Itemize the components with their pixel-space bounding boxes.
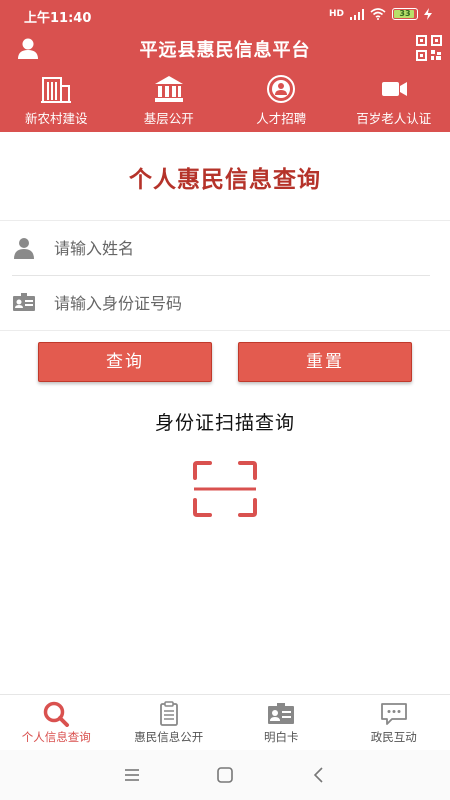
id-card-icon <box>13 293 35 311</box>
chat-icon <box>380 703 407 725</box>
top-header-area: 上午11:40 HD 33 平远县惠民信息平台 新农村建设 基层公开 人才招聘 … <box>0 0 450 132</box>
person-circle-icon <box>267 75 296 103</box>
name-input[interactable] <box>54 231 434 265</box>
search-icon <box>44 701 70 727</box>
nav-label: 新农村建设 <box>24 111 88 126</box>
nav-item-public-affairs[interactable]: 基层公开 <box>113 70 226 132</box>
status-time: 上午11:40 <box>24 11 92 26</box>
signal-text: HD <box>328 9 344 19</box>
tab-label: 惠民信息公开 <box>134 730 204 744</box>
person-icon <box>14 238 34 259</box>
tab-label: 明白卡 <box>264 730 299 744</box>
app-title: 平远县惠民信息平台 <box>139 40 311 61</box>
tab-info-disclosure[interactable]: 惠民信息公开 <box>113 695 226 750</box>
nav-label: 基层公开 <box>143 111 194 126</box>
scan-title: 身份证扫描查询 <box>154 412 295 434</box>
name-field <box>0 221 450 275</box>
government-building-icon <box>154 76 183 102</box>
video-camera-icon <box>381 82 407 96</box>
tab-label: 个人信息查询 <box>21 730 91 744</box>
status-icons: HD 33 <box>329 8 432 20</box>
nav-item-centenarian-auth[interactable]: 百岁老人认证 <box>338 70 450 132</box>
nav-label: 人才招聘 <box>256 111 307 126</box>
qr-code-icon[interactable] <box>416 35 442 61</box>
back-icon[interactable] <box>307 764 331 786</box>
id-number-field <box>0 276 450 330</box>
charging-icon <box>424 8 432 20</box>
status-bar: 上午11:40 HD 33 <box>0 0 450 30</box>
signal-bars-icon <box>350 8 364 20</box>
tab-clarity-card[interactable]: 明白卡 <box>225 695 338 750</box>
building-icon <box>41 77 72 103</box>
tab-label: 政民互动 <box>370 730 417 744</box>
system-nav-bar <box>0 750 450 800</box>
form-divider <box>0 330 450 331</box>
query-button[interactable]: 查询 <box>38 342 212 382</box>
quick-nav: 新农村建设 基层公开 人才招聘 百岁老人认证 <box>0 70 450 132</box>
reset-button[interactable]: 重置 <box>238 342 412 382</box>
page-title: 个人惠民信息查询 <box>129 167 321 193</box>
app-header: 平远县惠民信息平台 <box>0 30 450 66</box>
clipboard-icon <box>159 701 178 726</box>
id-card-icon <box>268 703 295 724</box>
scan-icon[interactable] <box>192 460 258 518</box>
id-number-input[interactable] <box>54 286 434 320</box>
menu-icon[interactable] <box>120 764 144 786</box>
nav-item-new-village[interactable]: 新农村建设 <box>0 70 113 132</box>
tab-interaction[interactable]: 政民互动 <box>338 695 450 750</box>
nav-item-recruitment[interactable]: 人才招聘 <box>225 70 338 132</box>
battery-icon: 33 <box>392 8 418 20</box>
nav-label: 百岁老人认证 <box>356 111 432 126</box>
home-icon[interactable] <box>213 764 237 786</box>
tab-personal-query[interactable]: 个人信息查询 <box>0 695 113 750</box>
battery-level: 33 <box>399 9 411 18</box>
bottom-tab-bar: 个人信息查询 惠民信息公开 明白卡 政民互动 <box>0 694 450 750</box>
wifi-icon <box>370 8 386 20</box>
